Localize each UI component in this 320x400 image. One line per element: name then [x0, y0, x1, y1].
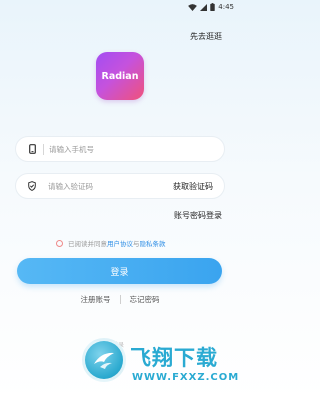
status-icons: 4:45 [188, 2, 234, 12]
agreement-prefix: 已阅读并同意 [68, 240, 107, 248]
forgot-password-link[interactable]: 忘记密码 [130, 294, 160, 305]
phone-field-divider [43, 143, 44, 155]
watermark-title: 飞翔下载 [130, 346, 218, 370]
password-login-link[interactable]: 账号密码登录 [174, 210, 222, 221]
app-logo: Radian [96, 52, 144, 100]
get-code-button[interactable]: 获取验证码 [173, 181, 213, 192]
battery-icon [210, 3, 215, 11]
code-input[interactable] [48, 181, 173, 191]
phone-input[interactable] [49, 144, 224, 154]
app-logo-text: Radian [101, 70, 139, 82]
wifi-icon [188, 3, 198, 11]
login-button[interactable]: 登录 [17, 258, 222, 284]
agreement-row: 已阅读并同意 用户协议 与 隐私条款 [56, 238, 166, 248]
watermark-logo [82, 338, 126, 382]
phone-field [15, 136, 225, 162]
watermark-bird-icon [94, 352, 114, 369]
register-link[interactable]: 注册账号 [81, 294, 111, 305]
status-bar: 4:45 [0, 0, 240, 14]
privacy-policy-link[interactable]: 隐私条款 [140, 238, 166, 248]
skip-button[interactable]: 先去逛逛 [190, 31, 222, 42]
phone-icon [27, 144, 37, 154]
code-field: 获取验证码 [15, 173, 225, 199]
shield-icon [27, 181, 37, 191]
watermark: 飞翔下载 WWW.FXXZ.COM [82, 336, 238, 394]
status-time: 4:45 [218, 3, 234, 11]
watermark-url: WWW.FXXZ.COM [132, 372, 240, 383]
signal-icon [200, 3, 208, 11]
agreement-radio[interactable] [56, 239, 63, 247]
bottom-links: 注册账号 忘记密码 [0, 294, 240, 305]
link-divider [119, 295, 121, 304]
user-agreement-link[interactable]: 用户协议 [107, 238, 133, 248]
